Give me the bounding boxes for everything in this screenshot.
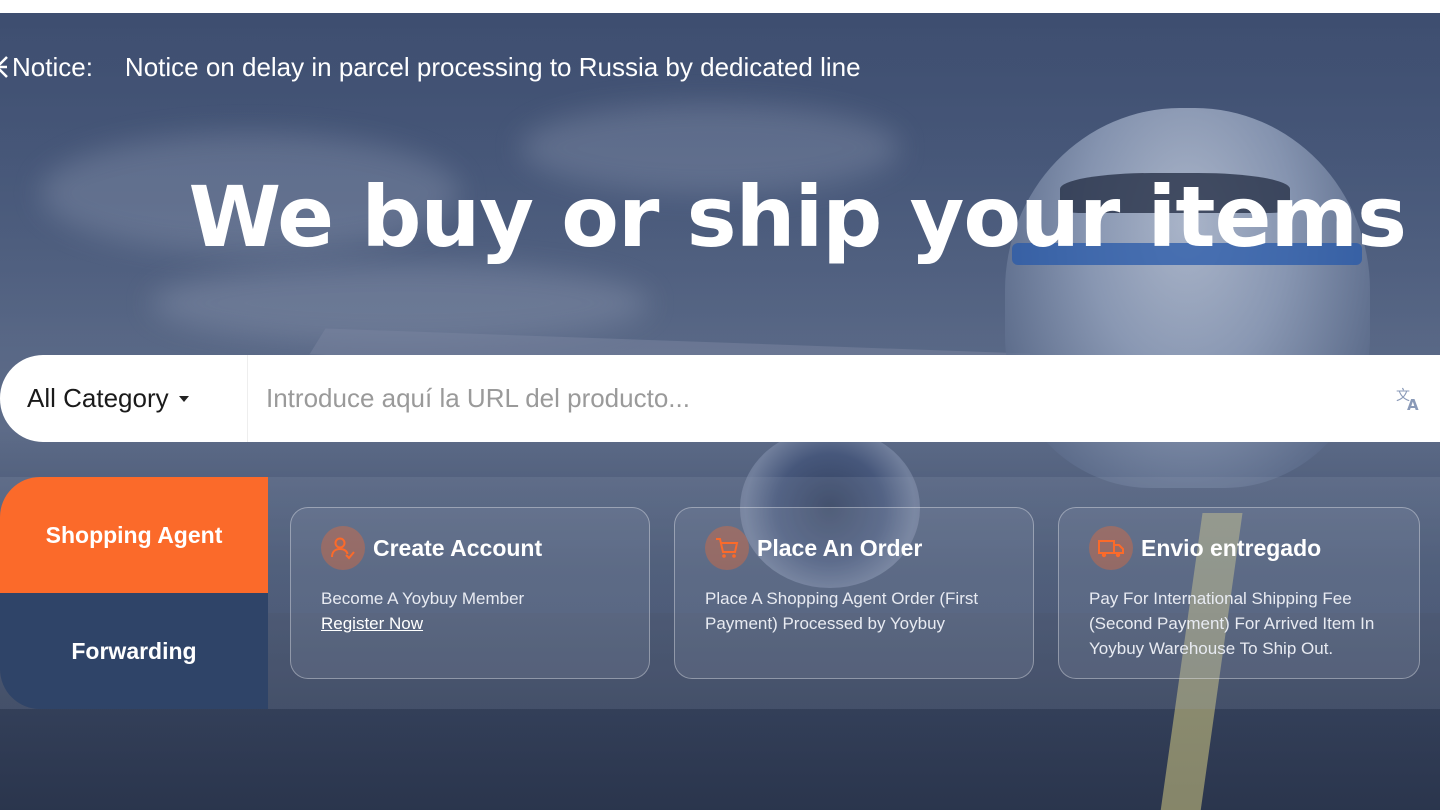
step-description: Become A Yoybuy Member Register Now (321, 586, 627, 636)
user-add-icon (321, 526, 365, 570)
step-title: Envio entregado (1141, 534, 1322, 561)
search-bar: All Category 文 A (0, 354, 1440, 443)
step-card-place-order: Place An Order Place A Shopping Agent Or… (674, 507, 1034, 679)
page: Notice: Notice on delay in parcel proces… (0, 0, 1440, 810)
product-url-input[interactable] (248, 354, 1386, 443)
step-header: Create Account (321, 526, 542, 570)
speaker-icon (0, 50, 10, 84)
cart-icon (705, 526, 749, 570)
tab-forwarding[interactable]: Forwarding (0, 593, 268, 709)
translate-icon[interactable]: 文 A (1386, 355, 1432, 442)
step-description: Place A Shopping Agent Order (First Paym… (705, 589, 979, 633)
service-panel: Shopping Agent Forwarding Create Account… (0, 477, 1440, 709)
step-card-shipping: Envio entregado Pay For International Sh… (1058, 507, 1420, 679)
truck-icon (1089, 526, 1133, 570)
notice-link[interactable]: Notice on delay in parcel processing to … (125, 52, 861, 83)
chevron-down-icon (178, 395, 189, 402)
svg-text:A: A (1407, 396, 1419, 412)
step-card-create-account: Create Account Become A Yoybuy Member Re… (290, 507, 650, 679)
step-title: Place An Order (757, 534, 923, 561)
tab-shopping-agent[interactable]: Shopping Agent (0, 477, 268, 593)
step-header: Envio entregado (1089, 526, 1321, 570)
step-header: Place An Order (705, 526, 922, 570)
notice-bar: Notice: Notice on delay in parcel proces… (0, 50, 861, 84)
hero-headline: We buy or ship your items (188, 168, 1407, 266)
register-now-link[interactable]: Register Now (321, 611, 423, 636)
category-dropdown[interactable]: All Category (0, 355, 248, 442)
step-title: Create Account (373, 534, 543, 561)
notice-label: Notice: (12, 51, 93, 82)
step-description-text: Become A Yoybuy Member (321, 589, 525, 608)
step-description: Pay For International Shipping Fee (Seco… (1089, 589, 1375, 658)
category-label: All Category (27, 383, 169, 413)
